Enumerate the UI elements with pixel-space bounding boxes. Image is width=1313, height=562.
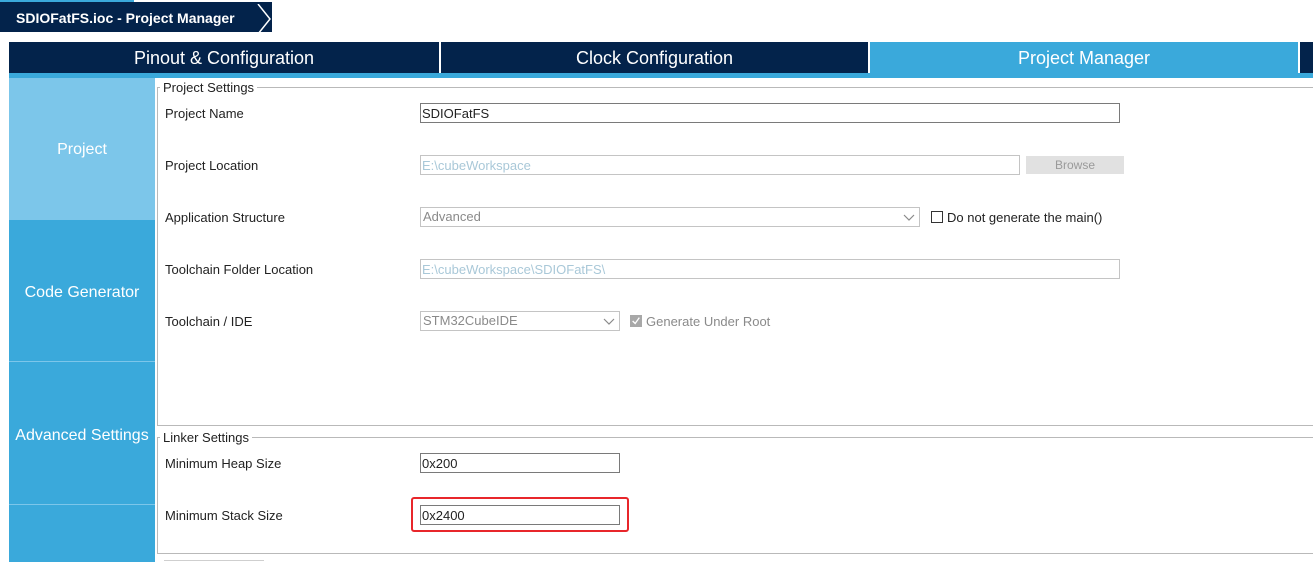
linker-settings-legend: Linker Settings — [160, 430, 252, 445]
tab-project-manager[interactable]: Project Manager — [870, 42, 1298, 73]
application-structure-label: Application Structure — [165, 210, 285, 225]
sidebar-item-code-generator[interactable]: Code Generator — [9, 221, 155, 361]
checkmark-icon — [632, 317, 640, 325]
breadcrumb-accent — [0, 0, 134, 2]
sidebar-divider — [9, 504, 155, 505]
tab-clock-configuration[interactable]: Clock Configuration — [441, 42, 868, 73]
linker-settings-group — [157, 437, 1313, 554]
application-structure-value: Advanced — [423, 209, 481, 224]
toolchain-folder-label: Toolchain Folder Location — [165, 262, 314, 277]
breadcrumb-filler — [272, 2, 1313, 32]
highlight-annotation — [411, 497, 629, 532]
project-settings-group — [157, 87, 1313, 426]
toolchain-ide-value: STM32CubeIDE — [423, 313, 518, 328]
toolchain-folder-field[interactable] — [420, 259, 1120, 279]
generate-under-root-label: Generate Under Root — [646, 314, 771, 329]
tab-underline — [9, 73, 1313, 78]
chevron-down-icon — [603, 318, 615, 325]
breadcrumb[interactable]: SDIOFatFS.ioc - Project Manager — [0, 2, 1313, 34]
application-structure-select[interactable]: Advanced — [420, 207, 920, 227]
breadcrumb-text[interactable]: SDIOFatFS.ioc - Project Manager — [16, 10, 235, 26]
next-section-legend-clipped — [164, 558, 274, 562]
project-name-label: Project Name — [165, 106, 244, 121]
min-heap-size-field[interactable] — [420, 453, 620, 473]
toolchain-ide-select[interactable]: STM32CubeIDE — [420, 311, 620, 331]
browse-button[interactable]: Browse — [1026, 156, 1124, 174]
sidebar-item-project[interactable]: Project — [9, 78, 155, 220]
main-tabs: Pinout & Configuration Clock Configurati… — [9, 42, 1313, 73]
breadcrumb-bar: SDIOFatFS.ioc - Project Manager — [0, 0, 1313, 34]
tab-overflow — [1300, 42, 1313, 73]
min-stack-size-label: Minimum Stack Size — [165, 508, 283, 523]
chevron-down-icon — [903, 214, 915, 221]
sidebar: Project Code Generator Advanced Settings — [9, 78, 155, 562]
project-location-label: Project Location — [165, 158, 259, 173]
do-not-generate-main-checkbox[interactable] — [931, 211, 943, 223]
do-not-generate-main-label: Do not generate the main() — [947, 210, 1103, 225]
toolchain-ide-label: Toolchain / IDE — [165, 314, 253, 329]
project-location-field[interactable] — [420, 155, 1020, 175]
min-heap-size-label: Minimum Heap Size — [165, 456, 282, 471]
tab-pinout-configuration[interactable]: Pinout & Configuration — [9, 42, 439, 73]
generate-under-root-checkbox[interactable] — [630, 315, 642, 327]
project-settings-legend: Project Settings — [160, 80, 258, 95]
project-name-field[interactable] — [420, 103, 1120, 123]
sidebar-item-advanced-settings[interactable]: Advanced Settings — [9, 362, 155, 504]
